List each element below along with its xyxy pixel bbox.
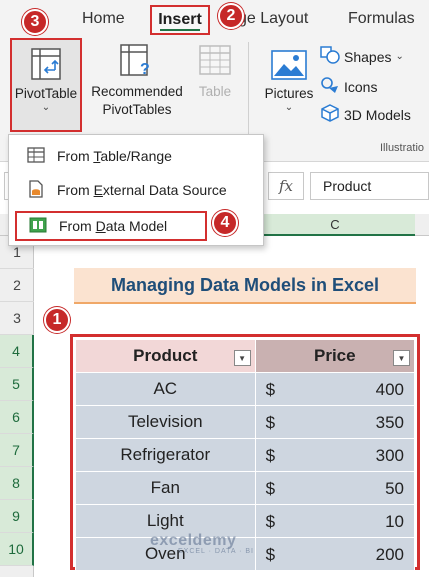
price-cell[interactable]: $300 xyxy=(254,438,416,472)
3d-models-label: 3D Models xyxy=(344,106,411,123)
price-cell[interactable]: $400 xyxy=(254,372,416,406)
data-table-selection[interactable]: Product ▼ Price ▼ AC $400 Television $35… xyxy=(70,334,420,571)
row-header-8[interactable]: 8 xyxy=(0,467,34,500)
shapes-button[interactable]: Shapes ⌄ xyxy=(320,46,404,67)
row-headers: 1 2 3 4 5 6 7 8 9 10 xyxy=(0,236,34,577)
chevron-down-icon: ⌄ xyxy=(284,102,294,113)
pictures-label: Pictures xyxy=(264,86,314,101)
header-product-label: Product xyxy=(133,346,198,365)
recommended-label-line1: Recommended xyxy=(91,84,183,99)
row-header-2[interactable]: 2 xyxy=(0,269,34,302)
currency-symbol: $ xyxy=(265,413,276,432)
pictures-button[interactable]: Pictures ⌄ xyxy=(260,50,318,130)
currency-symbol: $ xyxy=(265,380,276,399)
table-range-icon xyxy=(27,146,45,166)
row-header-6[interactable]: 6 xyxy=(0,401,34,434)
step-badge-2: 2 xyxy=(218,3,244,29)
data-table: Product ▼ Price ▼ AC $400 Television $35… xyxy=(75,339,416,571)
table-row: Fan $50 xyxy=(75,471,416,505)
tab-page-layout[interactable]: ge Layout xyxy=(238,10,308,28)
svg-text:?: ? xyxy=(140,61,150,78)
table-row: AC $400 xyxy=(75,372,416,406)
price-value: 200 xyxy=(375,545,404,564)
price-value: 400 xyxy=(375,380,404,399)
icons-icon xyxy=(320,76,340,97)
product-cell[interactable]: Refrigerator xyxy=(75,438,256,472)
pictures-icon xyxy=(271,50,307,85)
menu-item-label: From Table/Range xyxy=(57,148,172,164)
currency-symbol: $ xyxy=(265,446,276,465)
recommended-pivottables-icon: ? xyxy=(120,44,154,83)
price-value: 300 xyxy=(375,446,404,465)
price-cell[interactable]: $50 xyxy=(254,471,416,505)
table-row: Light $10 xyxy=(75,504,416,538)
menu-item-from-external-data-source[interactable]: From External Data Source xyxy=(15,175,259,205)
sheet-title: Managing Data Models in Excel xyxy=(74,268,416,304)
tab-home[interactable]: Home xyxy=(82,10,125,28)
external-data-icon xyxy=(27,179,45,201)
price-cell[interactable]: $200 xyxy=(254,537,416,571)
currency-symbol: $ xyxy=(265,479,276,498)
watermark-tagline: EXCEL · DATA · BI xyxy=(178,548,254,555)
price-cell[interactable]: $350 xyxy=(254,405,416,439)
price-cell[interactable]: $10 xyxy=(254,504,416,538)
pivottable-button[interactable]: PivotTable ⌄ xyxy=(10,38,82,132)
recommended-pivottables-button[interactable]: ? Recommended PivotTables xyxy=(86,44,188,128)
row-header-7[interactable]: 7 xyxy=(0,434,34,467)
tab-insert[interactable]: Insert xyxy=(150,5,210,35)
row-header-4[interactable]: 4 xyxy=(0,335,34,368)
ribbon-separator xyxy=(248,42,249,142)
header-price: Price ▼ xyxy=(254,339,416,373)
currency-symbol: $ xyxy=(265,545,276,564)
cube-icon xyxy=(320,104,340,125)
row-header-5[interactable]: 5 xyxy=(0,368,34,401)
table-row: Television $350 xyxy=(75,405,416,439)
chevron-down-icon: ⌄ xyxy=(41,102,51,113)
menu-item-from-table-range[interactable]: From Table/Range xyxy=(15,141,259,171)
formula-input[interactable]: Product xyxy=(310,172,429,200)
3d-models-button[interactable]: 3D Models xyxy=(320,104,411,125)
data-model-icon xyxy=(29,216,47,237)
menu-item-label: From External Data Source xyxy=(57,182,227,198)
menu-item-label: From Data Model xyxy=(59,218,168,234)
header-price-label: Price xyxy=(313,346,356,365)
table-button[interactable]: Table xyxy=(192,44,238,114)
step-badge-1: 1 xyxy=(44,307,70,333)
step-badge-4: 4 xyxy=(212,210,238,236)
currency-symbol: $ xyxy=(265,512,276,531)
table-header-row: Product ▼ Price ▼ xyxy=(75,339,416,373)
price-value: 350 xyxy=(375,413,404,432)
filter-dropdown-icon[interactable]: ▼ xyxy=(233,350,251,366)
step-badge-3: 3 xyxy=(22,9,48,35)
price-value: 50 xyxy=(385,479,404,498)
row-header-3[interactable]: 3 xyxy=(0,302,34,335)
tab-formulas[interactable]: Formulas xyxy=(348,10,415,28)
table-row: Refrigerator $300 xyxy=(75,438,416,472)
header-product: Product ▼ xyxy=(75,339,256,373)
table-label: Table xyxy=(198,84,232,99)
shapes-icon xyxy=(320,46,340,67)
pivottable-label: PivotTable xyxy=(14,86,78,101)
row-header-9[interactable]: 9 xyxy=(0,500,34,533)
icons-label: Icons xyxy=(344,78,378,95)
chevron-down-icon: ⌄ xyxy=(395,50,404,62)
product-cell[interactable]: AC xyxy=(75,372,256,406)
product-cell[interactable]: Fan xyxy=(75,471,256,505)
icons-button[interactable]: Icons xyxy=(320,76,377,97)
column-header-c[interactable]: C xyxy=(255,214,415,236)
row-header-10[interactable]: 10 xyxy=(0,533,34,566)
price-value: 10 xyxy=(385,512,404,531)
product-cell[interactable]: Television xyxy=(75,405,256,439)
recommended-label-line2: PivotTables xyxy=(102,102,172,117)
table-icon xyxy=(198,44,232,83)
menu-item-from-data-model[interactable]: From Data Model xyxy=(15,211,207,241)
shapes-label: Shapes xyxy=(344,48,392,65)
illustrations-group-label: Illustratio xyxy=(380,142,425,154)
pivottable-icon xyxy=(31,48,61,85)
fx-button[interactable]: fx xyxy=(268,172,304,200)
filter-dropdown-icon[interactable]: ▼ xyxy=(393,350,410,366)
